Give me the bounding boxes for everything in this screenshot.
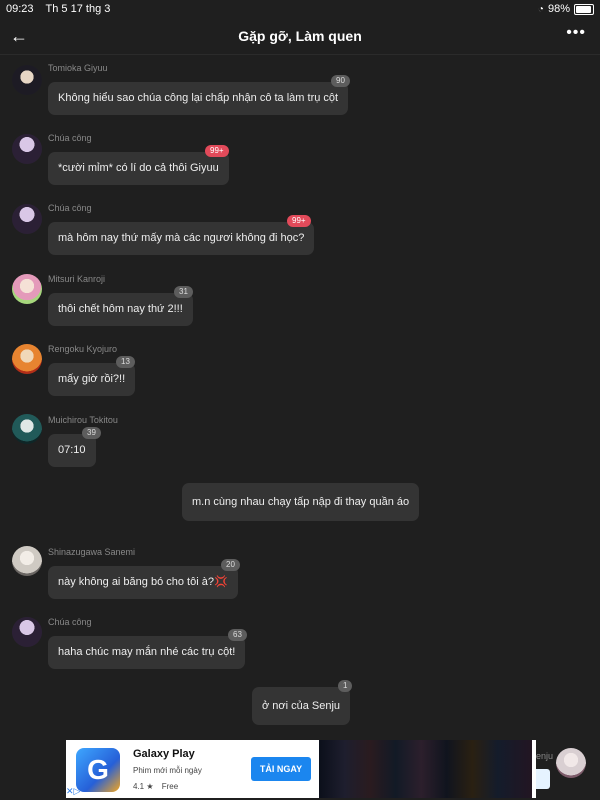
username: enju	[536, 751, 554, 761]
username: Tomioka Giyuu	[48, 63, 108, 73]
message-bubble[interactable]: Không hiểu sao chúa công lại chấp nhận c…	[48, 82, 349, 115]
username: Chúa công	[48, 617, 92, 627]
more-icon[interactable]: •••	[566, 24, 586, 42]
ad-install-button[interactable]: TẢI NGAY	[251, 757, 311, 781]
avatar[interactable]	[12, 204, 42, 234]
reply-count-badge: 39	[82, 427, 101, 439]
message-bubble[interactable]: mà hôm nay thứ mấy mà các ngươi không đi…	[48, 222, 315, 255]
reply-count-badge: 63	[228, 629, 247, 641]
ad-price: Free	[161, 782, 179, 791]
avatar[interactable]	[556, 748, 586, 778]
page-title: Gặp gỡ, Làm quen	[238, 28, 362, 44]
message-bubble[interactable]: haha chúc may mắn nhé các trụ cột!	[48, 636, 246, 669]
header: ← Gặp gỡ, Làm quen •••	[0, 18, 600, 55]
avatar[interactable]	[12, 65, 42, 95]
reply-count-badge: 90	[331, 75, 350, 87]
status-time: 09:23	[6, 3, 34, 15]
wifi-icon: ◔	[537, 3, 544, 15]
ad-rating-value: 4.1 ★	[133, 782, 154, 791]
reply-count-badge: 31	[174, 286, 193, 298]
battery-icon	[574, 3, 594, 15]
status-bar: 09:23 Th 5 17 thg 3 ◔ 98%	[0, 0, 600, 18]
username: Mitsuri Kanroji	[48, 274, 106, 284]
reply-count-badge: 1	[338, 680, 353, 692]
avatar[interactable]	[12, 546, 42, 576]
username: Shinazugawa Sanemi	[48, 547, 136, 557]
reply-count-badge: 13	[116, 356, 135, 368]
avatar[interactable]	[12, 274, 42, 304]
avatar[interactable]	[12, 617, 42, 647]
message-bubble[interactable]: này không ai băng bó cho tôi à?💢	[48, 566, 238, 599]
ad-logo[interactable]: G	[76, 748, 120, 792]
username: Chúa công	[48, 133, 92, 143]
status-date: Th 5 17 thg 3	[45, 3, 111, 15]
ad-close-icon[interactable]: ✕▷	[66, 786, 80, 797]
avatar[interactable]	[12, 134, 42, 164]
reply-count-badge: 99+	[205, 145, 229, 157]
message-bubble[interactable]: ở nơi của Senju	[252, 687, 351, 725]
reply-count-badge: 99+	[287, 215, 311, 227]
message-bubble[interactable]: *cười mỉm* có lí do cả thôi Giyuu	[48, 152, 229, 185]
username: Chúa công	[48, 203, 92, 213]
avatar[interactable]	[12, 414, 42, 444]
reply-count-badge: 20	[221, 559, 240, 571]
battery-percent: 98%	[547, 3, 570, 15]
message-bubble[interactable]: thôi chết hôm nay thứ 2!!!	[48, 293, 193, 326]
ad-rating: 4.1 ★ Free	[133, 782, 178, 791]
username: Rengoku Kyojuro	[48, 344, 118, 354]
ad-preview-image[interactable]	[319, 740, 532, 798]
username: Muichirou Tokitou	[48, 415, 118, 425]
avatar[interactable]	[12, 344, 42, 374]
ad-subtitle: Phim mới mỗi ngày	[133, 766, 202, 775]
ad-title[interactable]: Galaxy Play	[133, 748, 195, 760]
ad-banner[interactable]: G Galaxy Play Phim mới mỗi ngày 4.1 ★ Fr…	[66, 740, 536, 798]
message-bubble[interactable]: m.n cùng nhau chạy tấp nập đi thay quần …	[182, 483, 420, 521]
